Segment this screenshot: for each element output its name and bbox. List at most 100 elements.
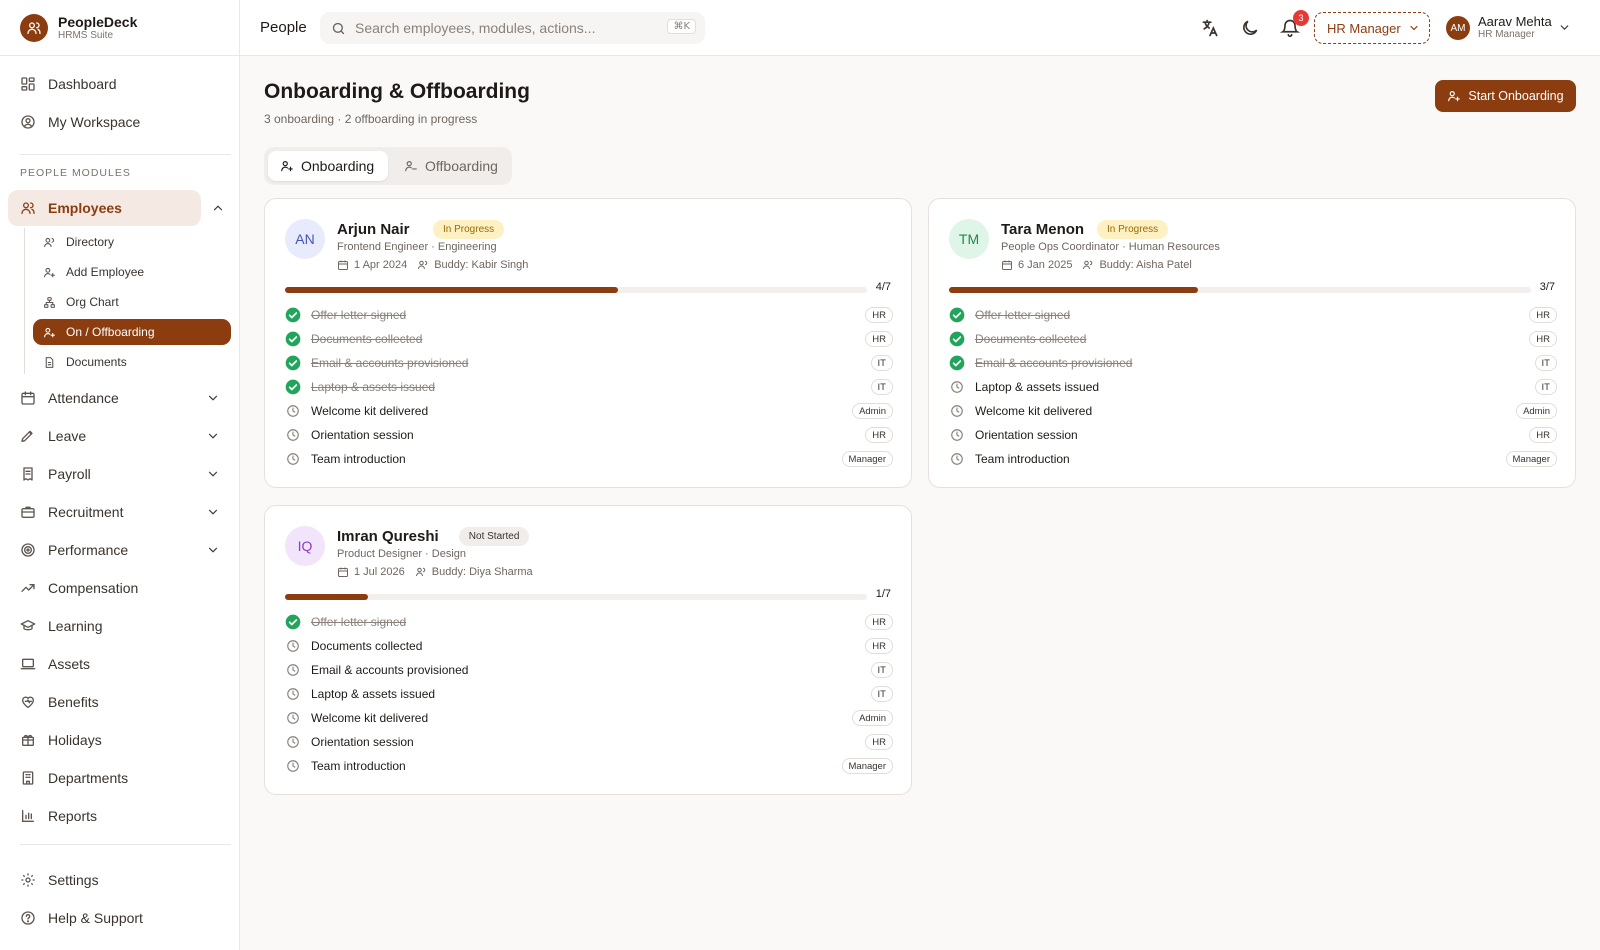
task-item[interactable]: Documents collected HR [285, 634, 893, 658]
task-status[interactable] [949, 427, 965, 443]
sidebar-subitem-label: Add Employee [66, 265, 145, 279]
task-status[interactable] [285, 614, 301, 630]
avatar: IQ [285, 526, 325, 566]
task-item[interactable]: Laptop & assets issued IT [285, 682, 893, 706]
sidebar-item-compensation[interactable]: Compensation [8, 570, 232, 606]
start-onboarding-button[interactable]: Start Onboarding [1435, 80, 1576, 112]
task-status[interactable] [285, 379, 301, 395]
task-owner-badge: IT [870, 379, 893, 395]
task-item[interactable]: Offer letter signed HR [949, 303, 1557, 327]
role-switcher[interactable]: HR Manager [1314, 12, 1430, 44]
task-status[interactable] [949, 403, 965, 419]
sidebar-item-reports[interactable]: Reports [8, 798, 232, 834]
task-status[interactable] [285, 331, 301, 347]
sidebar-item-benefits[interactable]: Benefits [8, 684, 232, 720]
tab-offboarding[interactable]: Offboarding [392, 151, 508, 181]
chevron-down-icon[interactable] [206, 391, 220, 405]
sidebar-item-dashboard[interactable]: Dashboard [8, 66, 232, 102]
sidebar-item-label: Help & Support [48, 910, 143, 926]
employee-name[interactable]: Tara Menon [1001, 221, 1084, 238]
brand[interactable]: PeopleDeck HRMS Suite [0, 0, 239, 56]
task-item[interactable]: Orientation session HR [285, 730, 893, 754]
sidebar-item-settings[interactable]: Settings [8, 862, 232, 898]
tab-onboarding[interactable]: Onboarding [268, 151, 388, 181]
task-item[interactable]: Email & accounts provisioned IT [285, 351, 893, 375]
chevron-down-icon[interactable] [1558, 21, 1571, 34]
task-item[interactable]: Offer letter signed HR [285, 610, 893, 634]
task-status[interactable] [285, 710, 301, 726]
sidebar-item-assets[interactable]: Assets [8, 646, 232, 682]
sidebar-item-label: Dashboard [48, 76, 117, 92]
search-input[interactable] [355, 20, 665, 36]
calendar-icon [338, 260, 348, 270]
task-item[interactable]: Team introduction Manager [285, 754, 893, 778]
clock-icon [287, 640, 299, 652]
task-status[interactable] [285, 355, 301, 371]
sidebar-item-leave[interactable]: Leave [8, 418, 232, 454]
onboarding-card[interactable]: IQ Imran Qureshi Not Started Product Design… [264, 505, 912, 795]
task-item[interactable]: Email & accounts provisioned IT [949, 351, 1557, 375]
translate-icon[interactable] [1200, 18, 1220, 38]
employee-name[interactable]: Arjun Nair [337, 221, 410, 238]
task-item[interactable]: Laptop & assets issued IT [949, 375, 1557, 399]
onboarding-card[interactable]: TM Tara Menon In Progress People Ops Coordi… [928, 198, 1576, 488]
task-status[interactable] [949, 379, 965, 395]
task-item[interactable]: Laptop & assets issued IT [285, 375, 893, 399]
task-status[interactable] [285, 758, 301, 774]
task-item[interactable]: Documents collected HR [285, 327, 893, 351]
task-item[interactable]: Offer letter signed HR [285, 303, 893, 327]
status-badge: In Progress [433, 220, 505, 239]
sidebar-item-attendance[interactable]: Attendance [8, 380, 232, 416]
task-status[interactable] [949, 355, 965, 371]
task-item[interactable]: Team introduction Manager [949, 447, 1557, 471]
task-item[interactable]: Welcome kit delivered Admin [285, 399, 893, 423]
sidebar-subitem-directory[interactable]: Directory [33, 229, 231, 255]
onboarding-card[interactable]: AN Arjun Nair In Progress Frontend Engineer… [264, 198, 912, 488]
sidebar-item-payroll[interactable]: Payroll [8, 456, 232, 492]
sidebar-item-learning[interactable]: Learning [8, 608, 232, 644]
user-name[interactable]: Aarav Mehta [1478, 14, 1552, 29]
sidebar-item-performance[interactable]: Performance [8, 532, 232, 568]
task-item[interactable]: Team introduction Manager [285, 447, 893, 471]
task-status[interactable] [285, 403, 301, 419]
task-status[interactable] [285, 427, 301, 443]
task-status[interactable] [285, 307, 301, 323]
gear-icon [21, 873, 35, 887]
task-status[interactable] [285, 662, 301, 678]
task-status[interactable] [285, 686, 301, 702]
task-status[interactable] [949, 331, 965, 347]
task-item[interactable]: Welcome kit delivered Admin [285, 706, 893, 730]
avatar[interactable]: AM [1446, 16, 1470, 40]
sidebar-item-recruitment[interactable]: Recruitment [8, 494, 232, 530]
task-item[interactable]: Welcome kit delivered Admin [949, 399, 1557, 423]
role-label: HR Manager [1327, 20, 1401, 36]
task-status[interactable] [949, 451, 965, 467]
moon-icon[interactable] [1240, 18, 1260, 38]
sidebar-subitem-documents[interactable]: Documents [33, 349, 231, 375]
sidebar-item-my-workspace[interactable]: My Workspace [8, 104, 232, 140]
sidebar-item-holidays[interactable]: Holidays [8, 722, 232, 758]
task-status[interactable] [285, 638, 301, 654]
task-status[interactable] [949, 307, 965, 323]
employee-name[interactable]: Imran Qureshi [337, 528, 439, 545]
task-status[interactable] [285, 451, 301, 467]
chevron-down-icon[interactable] [206, 543, 220, 557]
sidebar-item-employees[interactable]: Employees [8, 190, 223, 226]
buddy: Buddy: Diya Sharma [431, 566, 533, 578]
task-item[interactable]: Orientation session HR [285, 423, 893, 447]
task-item[interactable]: Documents collected HR [949, 327, 1557, 351]
sidebar-item-help-support[interactable]: Help & Support [8, 900, 232, 936]
sidebar-subitem-on-offboarding[interactable]: On / Offboarding [33, 319, 231, 345]
chevron-up-icon[interactable] [211, 201, 225, 215]
chevron-down-icon[interactable] [206, 505, 220, 519]
task-item[interactable]: Orientation session HR [949, 423, 1557, 447]
chevron-down-icon[interactable] [206, 467, 220, 481]
sidebar-item-departments[interactable]: Departments [8, 760, 232, 796]
search-box[interactable]: ⌘K [320, 12, 705, 44]
sidebar-subitem-add-employee[interactable]: Add Employee [33, 259, 231, 285]
task-label: Email & accounts provisioned [311, 356, 469, 370]
chevron-down-icon[interactable] [206, 429, 220, 443]
sidebar-subitem-org-chart[interactable]: Org Chart [33, 289, 231, 315]
task-item[interactable]: Email & accounts provisioned IT [285, 658, 893, 682]
task-status[interactable] [285, 734, 301, 750]
